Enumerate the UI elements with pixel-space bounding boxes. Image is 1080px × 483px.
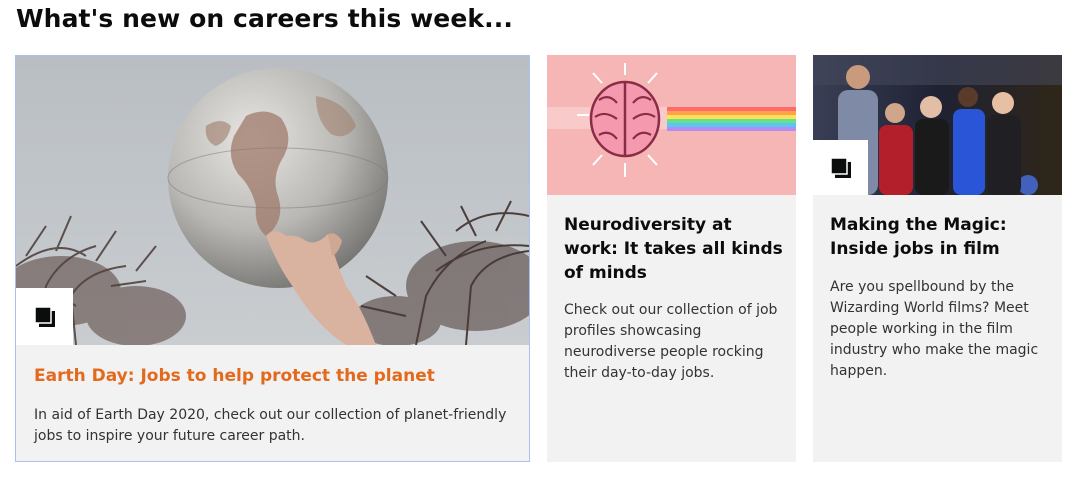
film-cast-photo	[813, 55, 1062, 195]
card-description: Check out our collection of job profiles…	[564, 302, 778, 381]
card-title[interactable]: Making the Magic: Inside jobs in film	[830, 213, 1050, 261]
globe-photo	[16, 56, 529, 345]
card-neurodiversity[interactable]: Neurodiversity at work: It takes all kin…	[547, 55, 796, 462]
section-heading: What's new on careers this week...	[16, 4, 513, 33]
collection-icon	[33, 305, 55, 327]
card-making-the-magic[interactable]: Making the Magic: Inside jobs in film Ar…	[813, 55, 1062, 462]
card-title[interactable]: Earth Day: Jobs to help protect the plan…	[34, 364, 514, 388]
brain-illustration	[547, 55, 796, 195]
card-description: In aid of Earth Day 2020, check out our …	[34, 407, 507, 444]
collection-badge	[813, 140, 868, 195]
card-earth-day[interactable]: Earth Day: Jobs to help protect the plan…	[15, 55, 530, 462]
collection-icon	[829, 156, 851, 178]
collection-badge	[16, 288, 73, 345]
card-description: Are you spellbound by the Wizarding Worl…	[830, 279, 1039, 379]
card-title[interactable]: Neurodiversity at work: It takes all kin…	[564, 213, 784, 285]
